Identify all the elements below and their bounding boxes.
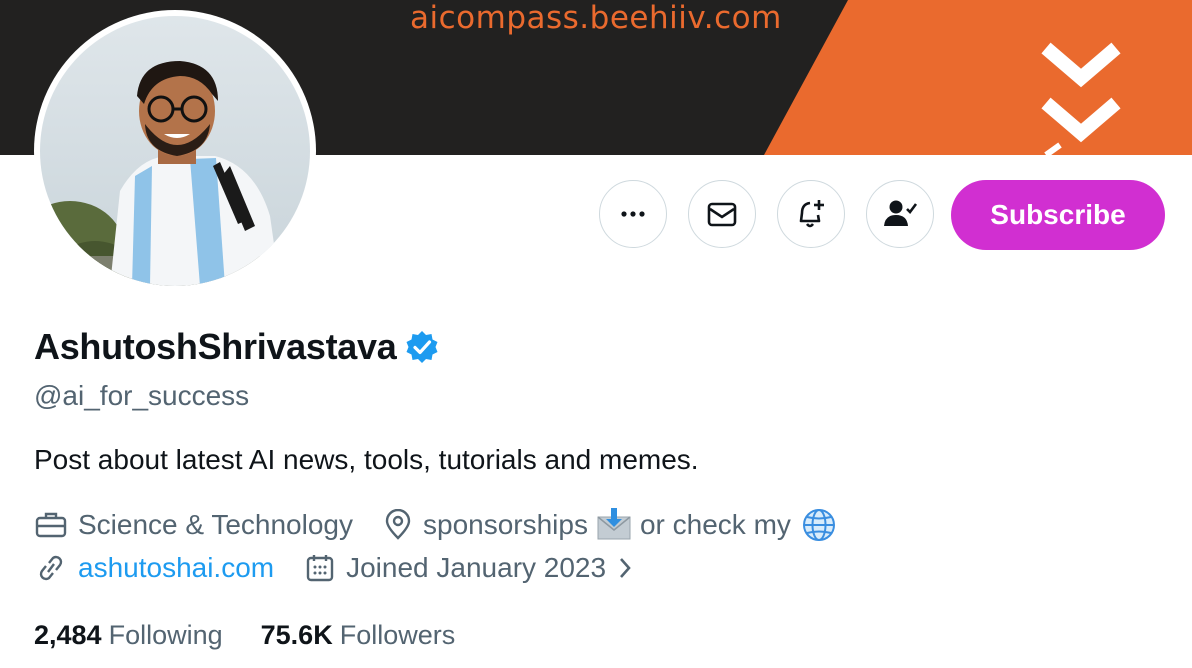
calendar-icon xyxy=(306,555,334,582)
message-button[interactable] xyxy=(688,180,756,248)
message-icon xyxy=(707,202,737,227)
profile-meta-row-1: Science & Technology sponsorships or che… xyxy=(34,507,847,543)
category-text: Science & Technology xyxy=(78,509,353,540)
globe-icon xyxy=(802,509,835,541)
joined-text: Joined January 2023 xyxy=(346,552,607,583)
notify-icon xyxy=(799,200,824,228)
envelope-download-emoji-icon xyxy=(597,508,631,540)
followers-stat[interactable]: 75.6K Followers xyxy=(261,620,456,651)
profile-name-row: AshutoshShrivastava xyxy=(34,324,440,370)
category-item: Science & Technology xyxy=(34,509,353,541)
briefcase-icon xyxy=(35,512,67,538)
bio-text: Post about latest AI news, tools, tutori… xyxy=(34,444,699,475)
avatar-photo xyxy=(40,16,310,286)
profile-stats: 2,484 Following 75.6K Followers xyxy=(34,620,455,651)
following-label: Following xyxy=(108,620,223,650)
chevron-right-icon[interactable] xyxy=(616,554,634,582)
following-icon xyxy=(884,200,918,226)
more-icon xyxy=(621,211,645,217)
more-button[interactable] xyxy=(599,180,667,248)
location-suffix-text: or check my xyxy=(639,509,791,540)
handle: @ai_for_success xyxy=(34,380,250,411)
followers-label: Followers xyxy=(339,620,456,650)
following-count: 2,484 xyxy=(34,620,102,650)
subscribe-button[interactable]: Subscribe xyxy=(951,180,1165,250)
website-link[interactable]: ashutoshai.com xyxy=(78,552,274,584)
profile-meta-row-2: ashutoshai.com Joined January 2023 xyxy=(34,552,644,584)
website-item[interactable]: ashutoshai.com xyxy=(34,552,274,584)
banner-url-text: aicompass.beehiiv.com xyxy=(410,0,782,36)
joined-item: Joined January 2023 xyxy=(304,552,644,584)
location-pin-icon xyxy=(385,509,411,540)
following-button[interactable] xyxy=(866,180,934,248)
notify-button[interactable] xyxy=(777,180,845,248)
following-stat[interactable]: 2,484 Following xyxy=(34,620,223,651)
location-text: sponsorships xyxy=(423,509,588,540)
avatar[interactable] xyxy=(34,10,316,292)
display-name: AshutoshShrivastava xyxy=(34,326,397,367)
followers-count: 75.6K xyxy=(260,620,333,650)
verified-badge-icon[interactable] xyxy=(404,329,440,365)
link-icon xyxy=(39,555,63,581)
location-item: sponsorships or check my xyxy=(383,507,847,543)
